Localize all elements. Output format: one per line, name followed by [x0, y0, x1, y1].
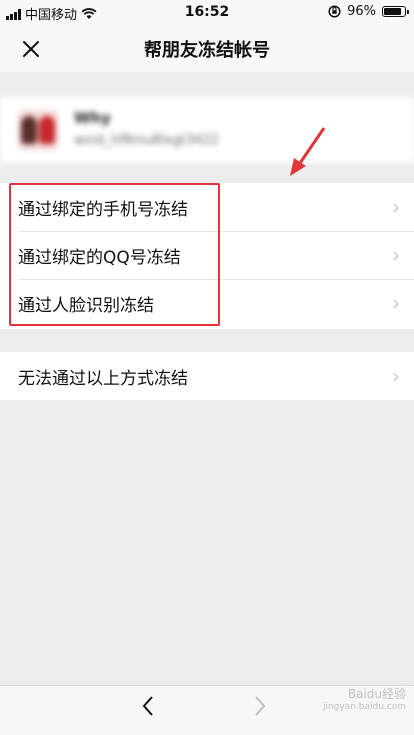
battery-percent: 96% [347, 4, 376, 19]
watermark-text: Baidu经验 [347, 687, 406, 701]
battery-icon [382, 6, 409, 17]
page-title: 帮朋友冻结帐号 [144, 40, 270, 61]
other-options-list: 无法通过以上方式冻结 › [0, 352, 414, 400]
back-chevron-icon[interactable] [140, 694, 156, 725]
battery-fill [384, 8, 401, 15]
watermark-sub: jingyan.baidu.com [322, 702, 406, 712]
status-right: 96% [328, 4, 409, 19]
friend-card: Why wxid_hf8mu8lxgt3422 [0, 97, 414, 163]
option-label: 无法通过以上方式冻结 [18, 369, 188, 389]
chevron-right-icon: › [392, 291, 400, 315]
nav-bar: 帮朋友冻结帐号 [0, 24, 414, 72]
chevron-right-icon: › [392, 243, 400, 267]
watermark: Baidu经验 jingyan.baidu.com [323, 688, 406, 714]
forward-chevron-icon [252, 694, 268, 725]
friend-wxid: wxid_hf8mu8lxgt3422 [74, 133, 219, 148]
annotation-arrow-icon [290, 127, 326, 176]
orientation-lock-icon [328, 5, 341, 18]
highlight-box [9, 183, 220, 326]
status-bar: 中国移动 16:52 96% [0, 0, 414, 24]
avatar [18, 110, 58, 150]
chevron-right-icon: › [392, 195, 400, 219]
friend-name: Why [74, 109, 112, 127]
option-other[interactable]: 无法通过以上方式冻结 › [0, 352, 414, 400]
chevron-right-icon: › [392, 364, 400, 388]
